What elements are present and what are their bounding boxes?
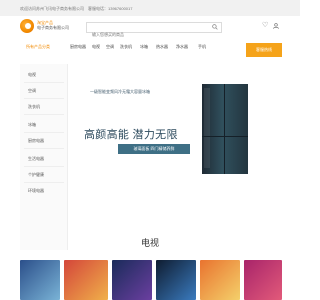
tv-product-image[interactable]	[200, 260, 240, 300]
logo-text[interactable]: 淘宝产品 电子商务有限公司	[37, 20, 69, 30]
tv-product-image[interactable]	[244, 260, 282, 300]
sidebar-item-fridge[interactable]: 冰箱	[28, 122, 36, 128]
main-nav: 所有产品分类 厨房电器 电视 空调 洗衣机 冰箱 热水器 净水器 手机 客服热线	[0, 40, 300, 64]
hotline: 客服电话：13967600017	[88, 6, 132, 12]
tv-product-image[interactable]	[64, 260, 108, 300]
sidebar-divider	[24, 132, 64, 133]
section-title-tv: 电视	[140, 238, 159, 248]
nav-item-fridge[interactable]: 冰箱	[140, 44, 156, 50]
sidebar-item-home[interactable]: 生活电器	[28, 156, 44, 162]
fridge-drawer-seam	[202, 136, 248, 137]
hero-banner[interactable]: 一级智能变频风冷无霜大容量冰箱 高颜高能 潜力无限 玻璃面板 四门精储养鲜	[68, 64, 300, 250]
nav-item-kitchen[interactable]: 厨房电器	[70, 44, 86, 50]
search-input[interactable]	[87, 30, 211, 39]
site-header: 淘宝产品 电子商务有限公司 ♡	[0, 16, 300, 39]
hotline-number: 13967600017	[108, 6, 133, 11]
sidebar-item-ac[interactable]: 空调	[28, 88, 36, 94]
sidebar-item-environment[interactable]: 环境电器	[28, 188, 44, 194]
sidebar-divider	[24, 148, 64, 149]
banner-subtitle: 一级智能变频风冷无霜大容量冰箱	[90, 89, 150, 94]
tv-product-image[interactable]	[156, 260, 196, 300]
banner-title: 高颜高能 潜力无限	[84, 129, 178, 141]
fridge-highlight	[204, 88, 210, 168]
sidebar-item-washer[interactable]: 洗衣机	[28, 104, 40, 110]
category-sidebar: 电视 空调 洗衣机 冰箱 厨房电器 生活电器 个护健康 环境电器	[20, 64, 68, 250]
nav-item-purifier[interactable]: 净水器	[176, 44, 192, 50]
fridge-image	[202, 84, 248, 174]
company-welcome-text: 欢迎访问苏州飞讯电子商务有限公司	[20, 6, 84, 11]
sidebar-divider	[24, 166, 64, 167]
logo-mark[interactable]	[20, 19, 34, 33]
sidebar-divider	[24, 82, 64, 83]
heart-icon[interactable]: ♡	[262, 22, 268, 30]
tv-product-image[interactable]	[112, 260, 152, 300]
user-icon[interactable]	[273, 23, 279, 29]
search-icon[interactable]	[212, 24, 218, 30]
search-box	[86, 22, 222, 39]
logo-line-2: 电子商务有限公司	[37, 25, 69, 30]
hotline-cta-button[interactable]: 客服热线	[246, 43, 282, 57]
top-utility-bar: 欢迎访问苏州飞讯电子商务有限公司 客服电话：13967600017	[0, 0, 300, 16]
sidebar-item-personal-care[interactable]: 个护健康	[28, 172, 44, 178]
sidebar-divider	[24, 182, 64, 183]
nav-item-water-heater[interactable]: 热水器	[156, 44, 172, 50]
sidebar-divider	[24, 98, 64, 99]
fridge-door-seam	[224, 84, 225, 174]
tv-product-image[interactable]	[20, 260, 60, 300]
sidebar-item-tv[interactable]: 电视	[28, 72, 36, 78]
all-categories-toggle[interactable]: 所有产品分类	[20, 40, 68, 64]
nav-item-washer[interactable]: 洗衣机	[120, 44, 136, 50]
sidebar-divider	[24, 114, 64, 115]
hotline-label: 客服电话：	[88, 6, 108, 11]
banner-pill[interactable]: 玻璃面板 四门精储养鲜	[118, 144, 190, 154]
nav-item-phone[interactable]: 手机	[198, 44, 214, 50]
tv-product-row	[20, 260, 282, 300]
sidebar-item-kitchen[interactable]: 厨房电器	[28, 138, 44, 144]
